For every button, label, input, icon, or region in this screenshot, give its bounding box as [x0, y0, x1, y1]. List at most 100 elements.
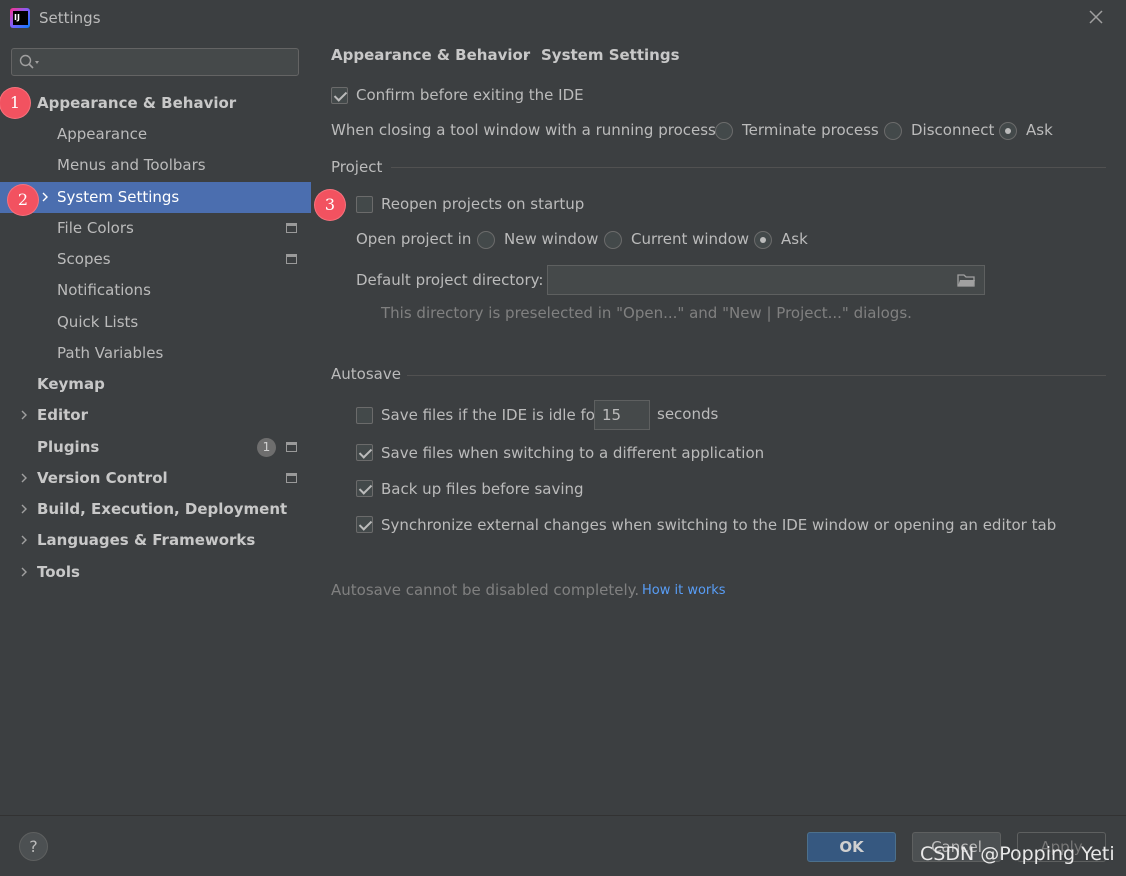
ok-button[interactable]: OK [807, 832, 896, 862]
tree-item-label: Appearance [57, 125, 148, 143]
how-it-works-link[interactable]: How it works [642, 583, 726, 598]
tree-item-quick-lists[interactable]: Quick Lists [0, 307, 311, 338]
closing-process-label: When closing a tool window with a runnin… [331, 121, 721, 139]
reopen-projects-checkbox[interactable] [356, 196, 373, 213]
breadcrumb-current: System Settings [541, 46, 680, 64]
save-switching-checkbox[interactable] [356, 444, 373, 461]
open-project-in-label: Open project in [356, 230, 472, 248]
ask-open-radio[interactable] [754, 231, 772, 249]
terminate-process-radio[interactable] [715, 122, 733, 140]
tree-item-path-variables[interactable]: Path Variables [0, 338, 311, 369]
tree-item-label: Version Control [37, 469, 168, 487]
search-input[interactable] [46, 52, 294, 72]
dialog-button-bar: ? OK Cancel Apply CSDN @Popping Yeti [0, 815, 1126, 876]
project-section-title: Project [331, 158, 383, 176]
tree-item-label: Appearance & Behavior [37, 94, 237, 112]
cancel-button[interactable]: Cancel [912, 832, 1001, 862]
tree-item-label: System Settings [57, 188, 180, 206]
annotation-marker-1: 1 [0, 88, 30, 118]
default-dir-input[interactable] [547, 265, 985, 295]
project-level-icon [286, 223, 297, 233]
project-level-icon [286, 254, 297, 264]
confirm-exit-label: Confirm before exiting the IDE [356, 86, 584, 104]
new-window-radio[interactable] [477, 231, 495, 249]
backup-files-label: Back up files before saving [381, 480, 584, 498]
default-dir-label: Default project directory: [356, 271, 544, 289]
breadcrumb-parent[interactable]: Appearance & Behavior [331, 46, 530, 64]
settings-content: Appearance & Behavior › System Settings … [311, 36, 1126, 815]
chevron-right-icon[interactable] [19, 567, 29, 577]
tree-item-tools[interactable]: Tools [0, 557, 311, 588]
tree-item-system-settings[interactable]: System Settings [0, 182, 311, 213]
autosave-separator [407, 375, 1106, 376]
save-idle-label: Save files if the IDE is idle for [381, 406, 602, 424]
chevron-right-icon[interactable] [19, 504, 29, 514]
tree-item-appearance[interactable]: Appearance [0, 119, 311, 150]
plugins-update-badge: 1 [257, 438, 276, 457]
ask-close-radio[interactable] [999, 122, 1017, 140]
tree-item-label: Keymap [37, 375, 105, 393]
tree-item-label: Tools [37, 563, 80, 581]
idle-seconds-input[interactable] [594, 400, 650, 430]
search-field[interactable] [11, 48, 299, 76]
ask-close-label: Ask [1026, 121, 1053, 139]
chevron-right-icon[interactable] [19, 410, 29, 420]
tree-item-notifications[interactable]: Notifications [0, 275, 311, 306]
tree-item-label: Notifications [57, 281, 151, 299]
tree-item-appearance-behavior[interactable]: Appearance & Behavior [0, 88, 311, 119]
tree-item-editor[interactable]: Editor [0, 400, 311, 431]
save-idle-checkbox[interactable] [356, 407, 373, 424]
search-icon [19, 54, 39, 69]
tree-item-version-control[interactable]: Version Control [0, 463, 311, 494]
disconnect-label: Disconnect [911, 121, 995, 139]
annotation-marker-2: 2 [8, 185, 38, 215]
chevron-right-icon[interactable] [19, 535, 29, 545]
default-dir-hint: This directory is preselected in "Open..… [381, 304, 912, 322]
tree-item-label: Build, Execution, Deployment [37, 500, 288, 518]
tree-item-build-execution[interactable]: Build, Execution, Deployment [0, 494, 311, 525]
chevron-right-icon[interactable] [40, 192, 50, 202]
breadcrumb-separator: › [523, 46, 529, 64]
terminate-process-label: Terminate process [742, 121, 879, 139]
browse-folder-icon[interactable] [957, 273, 976, 287]
tree-item-label: Editor [37, 406, 88, 424]
tree-item-file-colors[interactable]: File Colors [0, 213, 311, 244]
tree-item-label: Plugins [37, 438, 100, 456]
ask-open-label: Ask [781, 230, 808, 248]
tree-item-menus-toolbars[interactable]: Menus and Toolbars [0, 150, 311, 181]
annotation-marker-3: 3 [315, 190, 345, 220]
autosave-note: Autosave cannot be disabled completely. [331, 581, 640, 599]
sync-external-checkbox[interactable] [356, 516, 373, 533]
window-title: Settings [39, 9, 101, 27]
sync-external-label: Synchronize external changes when switch… [381, 516, 1057, 534]
tree-item-plugins[interactable]: Plugins 1 [0, 432, 311, 463]
chevron-right-icon[interactable] [19, 473, 29, 483]
project-separator [391, 167, 1106, 168]
confirm-exit-checkbox[interactable] [331, 87, 348, 104]
tree-item-scopes[interactable]: Scopes [0, 244, 311, 275]
new-window-label: New window [504, 230, 599, 248]
apply-button[interactable]: Apply [1017, 832, 1106, 862]
reopen-projects-label: Reopen projects on startup [381, 195, 585, 213]
tree-item-label: Path Variables [57, 344, 164, 362]
close-icon[interactable] [1086, 7, 1106, 27]
tree-item-keymap[interactable]: Keymap [0, 369, 311, 400]
autosave-section-title: Autosave [331, 365, 401, 383]
tree-item-label: File Colors [57, 219, 134, 237]
current-window-radio[interactable] [604, 231, 622, 249]
tree-item-languages-frameworks[interactable]: Languages & Frameworks [0, 525, 311, 556]
title-bar: Settings [0, 0, 1126, 36]
tree-item-label: Menus and Toolbars [57, 156, 206, 174]
tree-item-label: Languages & Frameworks [37, 531, 256, 549]
settings-sidebar: Appearance & Behavior Appearance Menus a… [0, 36, 311, 815]
project-level-icon [286, 442, 297, 452]
save-switching-label: Save files when switching to a different… [381, 444, 765, 462]
backup-files-checkbox[interactable] [356, 480, 373, 497]
help-button[interactable]: ? [19, 832, 48, 861]
tree-item-label: Quick Lists [57, 313, 139, 331]
tree-item-label: Scopes [57, 250, 111, 268]
intellij-app-icon [10, 8, 30, 28]
disconnect-radio[interactable] [884, 122, 902, 140]
current-window-label: Current window [631, 230, 750, 248]
project-level-icon [286, 473, 297, 483]
